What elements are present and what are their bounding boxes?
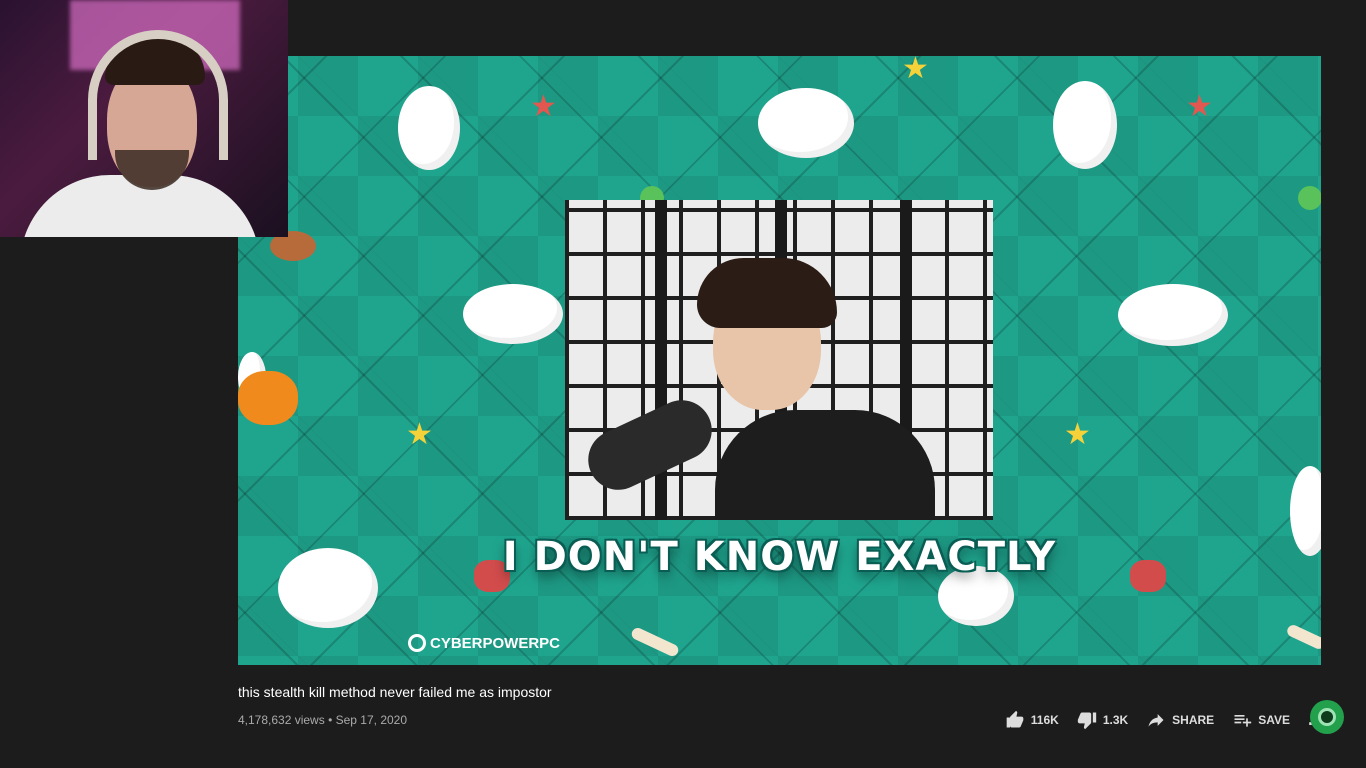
bone-sticker bbox=[1285, 623, 1321, 651]
share-button[interactable]: SHARE bbox=[1146, 710, 1214, 730]
video-title: this stealth kill method never failed me… bbox=[238, 684, 552, 700]
video-player[interactable]: ★ ★ ★ ★ ★ I DON'T KNOW EXACTLY CYBERPOWE… bbox=[238, 56, 1321, 665]
star-sticker: ★ bbox=[1186, 90, 1213, 123]
view-count: 4,178,632 views bbox=[238, 713, 325, 727]
save-label: SAVE bbox=[1258, 712, 1290, 727]
pumpkin-sticker bbox=[238, 371, 298, 425]
puppy-sticker bbox=[398, 86, 460, 170]
meta-separator: • bbox=[328, 713, 333, 727]
dislike-button[interactable]: 1.3K bbox=[1077, 710, 1128, 730]
save-button[interactable]: SAVE bbox=[1232, 710, 1290, 730]
sponsor-name: CYBERPOWERPC bbox=[430, 634, 561, 652]
person-hair bbox=[697, 258, 837, 328]
publish-date: Sep 17, 2020 bbox=[335, 713, 408, 727]
playlist-add-icon bbox=[1234, 714, 1252, 727]
bone-sticker bbox=[629, 625, 681, 659]
facecam-overlay bbox=[0, 0, 288, 237]
star-sticker: ★ bbox=[530, 90, 557, 123]
star-sticker: ★ bbox=[902, 56, 929, 85]
star-sticker: ★ bbox=[406, 418, 433, 451]
video-actions: 116K 1.3K SHARE SAVE ... bbox=[1005, 709, 1326, 730]
thumbs-down-icon bbox=[1077, 712, 1096, 729]
puppy-sticker bbox=[463, 284, 563, 344]
star-sticker: ★ bbox=[1064, 418, 1091, 451]
green-ball bbox=[1298, 186, 1321, 210]
puppy-sticker bbox=[1118, 284, 1228, 346]
like-count: 116K bbox=[1030, 712, 1059, 727]
like-button[interactable]: 116K bbox=[1005, 710, 1059, 730]
streamer-webcam bbox=[565, 200, 993, 520]
headphones bbox=[88, 30, 228, 160]
video-meta: 4,178,632 views • Sep 17, 2020 bbox=[238, 713, 407, 727]
thumbs-up-icon bbox=[1006, 710, 1024, 727]
cyberpower-logo-icon bbox=[408, 634, 426, 652]
share-label: SHARE bbox=[1172, 712, 1215, 727]
sponsor-watermark: CYBERPOWERPC bbox=[408, 634, 560, 652]
video-caption: I DON'T KNOW EXACTLY bbox=[502, 534, 1057, 580]
puppy-sticker bbox=[1053, 81, 1117, 169]
channel-logo-icon bbox=[1310, 700, 1344, 734]
share-arrow-icon bbox=[1148, 713, 1164, 727]
puppy-sticker bbox=[758, 88, 854, 158]
dislike-count: 1.3K bbox=[1102, 712, 1129, 727]
person-body bbox=[715, 410, 935, 520]
